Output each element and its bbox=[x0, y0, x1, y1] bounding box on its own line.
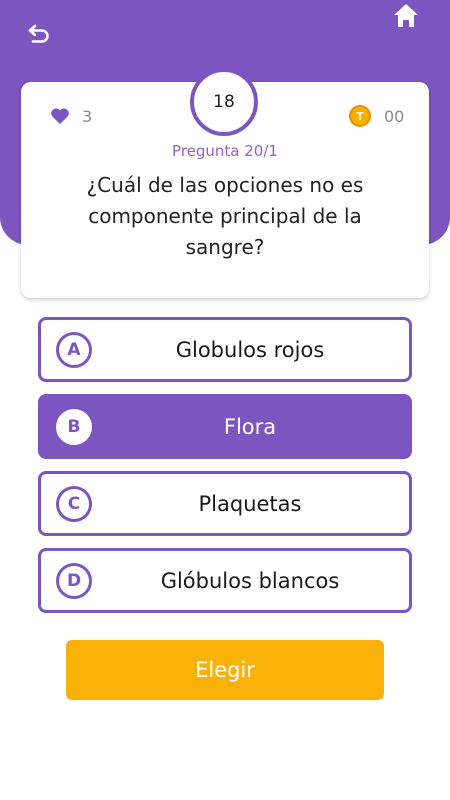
lives-count: 3 bbox=[82, 106, 93, 126]
undo-arrow-icon bbox=[28, 24, 49, 43]
lives-counter: 3 bbox=[50, 104, 92, 128]
option-d-text: Glóbulos blancos bbox=[160, 568, 340, 593]
option-b-text: Flora bbox=[223, 414, 277, 439]
home-icon bbox=[394, 4, 418, 27]
option-a[interactable]: A Globulos rojos bbox=[38, 317, 412, 382]
option-a-letter: A bbox=[56, 332, 92, 368]
home-button[interactable] bbox=[390, 0, 422, 30]
question-text: ¿Cuál de las opciones no es componente p… bbox=[86, 173, 364, 259]
timer: 18 bbox=[190, 68, 258, 136]
coin-icon: T bbox=[349, 105, 371, 127]
option-c-letter: C bbox=[56, 486, 92, 522]
back-button[interactable] bbox=[24, 20, 54, 48]
heart-icon bbox=[51, 108, 69, 124]
coins-count: 00 bbox=[384, 106, 405, 126]
choose-button[interactable]: Elegir bbox=[66, 640, 384, 700]
timer-value: 18 bbox=[213, 92, 235, 112]
option-b-letter: B bbox=[56, 409, 92, 445]
option-c[interactable]: C Plaquetas bbox=[38, 471, 412, 536]
question-counter: Pregunta 20/1 bbox=[172, 142, 278, 160]
coins-counter: T 00 bbox=[349, 104, 404, 128]
option-d[interactable]: D Glóbulos blancos bbox=[38, 548, 412, 613]
option-d-letter: D bbox=[56, 563, 92, 599]
option-c-text: Plaquetas bbox=[198, 491, 302, 516]
option-b[interactable]: B Flora bbox=[38, 394, 412, 459]
option-a-text: Globulos rojos bbox=[175, 337, 325, 362]
